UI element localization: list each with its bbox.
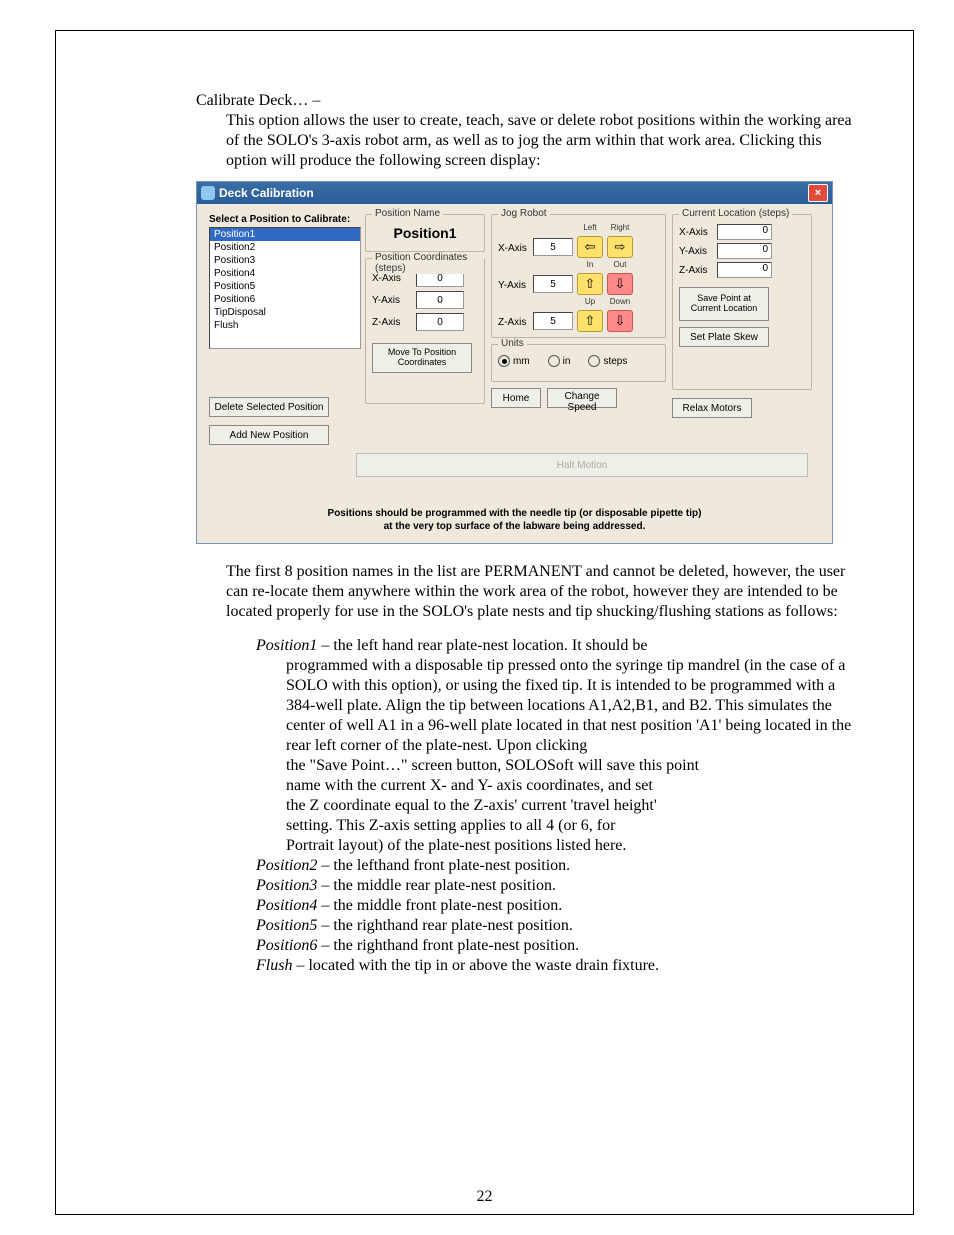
jog-z-label: Z-Axis <box>498 317 533 332</box>
list-item[interactable]: Position5 <box>210 280 360 293</box>
coord-z-input[interactable] <box>416 313 464 331</box>
position1-detail: the "Save Point…" screen button, SOLOSof… <box>286 756 853 776</box>
list-item[interactable]: Position3 <box>210 254 360 267</box>
list-item[interactable]: Position6 <box>210 293 360 306</box>
units-steps-radio[interactable]: steps <box>588 355 627 367</box>
in-label: In <box>587 260 594 269</box>
position1-detail: the Z coordinate equal to the Z-axis' cu… <box>286 796 853 816</box>
select-position-label: Select a Position to Calibrate: <box>209 214 359 225</box>
group-label: Current Location (steps) <box>679 208 792 219</box>
add-position-button[interactable]: Add New Position <box>209 425 329 445</box>
set-plate-skew-button[interactable]: Set Plate Skew <box>679 327 769 347</box>
jog-out-icon[interactable]: ⇩ <box>607 273 633 295</box>
units-mm-radio[interactable]: mm <box>498 355 530 367</box>
jog-x-input[interactable] <box>533 238 573 256</box>
home-button[interactable]: Home <box>491 388 541 408</box>
jog-down-icon[interactable]: ⇩ <box>607 310 633 332</box>
window-title: Deck Calibration <box>219 186 808 200</box>
flush-item: Flush – located with the tip in or above… <box>256 956 853 976</box>
jog-z-input[interactable] <box>533 312 573 330</box>
list-item[interactable]: Position1 <box>210 228 360 241</box>
intro-paragraph: This option allows the user to create, t… <box>226 111 853 171</box>
right-label: Right <box>611 223 630 232</box>
units-group: Units mm in steps <box>491 344 666 382</box>
position-listbox[interactable]: Position1 Position2 Position3 Position4 … <box>209 227 361 349</box>
x-axis-label: X-Axis <box>372 273 412 284</box>
position1-item: Position1 – the left hand rear plate-nes… <box>256 636 853 656</box>
up-label: Up <box>585 297 595 306</box>
left-label: Left <box>583 223 596 232</box>
app-icon <box>201 186 215 200</box>
group-label: Jog Robot <box>498 208 550 219</box>
disclaimer-text: Positions should be programmed with the … <box>209 507 820 533</box>
change-speed-button[interactable]: Change Speed <box>547 388 617 408</box>
list-item[interactable]: TipDisposal <box>210 306 360 319</box>
out-label: Out <box>614 260 627 269</box>
list-item[interactable]: Flush <box>210 319 360 332</box>
deck-calibration-window: Deck Calibration × Select a Position to … <box>196 181 833 544</box>
group-label: Units <box>498 338 527 349</box>
position1-detail: programmed with a disposable tip pressed… <box>286 656 853 756</box>
coord-y-input[interactable] <box>416 291 464 309</box>
jog-y-label: Y-Axis <box>498 280 533 295</box>
close-icon[interactable]: × <box>808 184 828 202</box>
window-titlebar: Deck Calibration × <box>197 182 832 204</box>
page-number: 22 <box>56 1188 913 1206</box>
position4-item: Position4 – the middle front plate-nest … <box>256 896 853 916</box>
z-axis-label: Z-Axis <box>372 317 412 328</box>
section-heading: Calibrate Deck… – <box>196 91 853 111</box>
down-label: Down <box>610 297 630 306</box>
position-coordinates-group: Position Coordinates (steps) X-Axis Y-Ax… <box>365 258 485 404</box>
y-axis-label: Y-Axis <box>372 295 412 306</box>
cur-y-value: 0 <box>717 243 772 259</box>
position-name-group: Position Name Position1 <box>365 214 485 252</box>
jog-left-icon[interactable]: ⇦ <box>577 236 603 258</box>
cur-z-value: 0 <box>717 262 772 278</box>
position1-detail: name with the current X- and Y- axis coo… <box>286 776 853 796</box>
move-to-button[interactable]: Move To Position Coordinates <box>372 343 472 373</box>
save-point-button[interactable]: Save Point at Current Location <box>679 287 769 321</box>
current-location-group: Current Location (steps) X-Axis0 Y-Axis0… <box>672 214 812 390</box>
position2-item: Position2 – the lefthand front plate-nes… <box>256 856 853 876</box>
delete-position-button[interactable]: Delete Selected Position <box>209 397 329 417</box>
jog-up-icon[interactable]: ⇧ <box>577 310 603 332</box>
position-name-value: Position1 <box>372 221 478 243</box>
cur-z-label: Z-Axis <box>679 265 717 276</box>
halt-motion-button[interactable]: Halt Motion <box>356 453 808 477</box>
jog-in-icon[interactable]: ⇧ <box>577 273 603 295</box>
jog-robot-group: Jog Robot X-Axis Left⇦ Right⇨ Y-Axis In⇧ <box>491 214 666 338</box>
cur-x-value: 0 <box>717 224 772 240</box>
list-item[interactable]: Position4 <box>210 267 360 280</box>
position5-item: Position5 – the righthand rear plate-nes… <box>256 916 853 936</box>
group-label: Position Name <box>372 208 443 219</box>
jog-x-label: X-Axis <box>498 243 533 258</box>
group-label: Position Coordinates (steps) <box>372 252 484 274</box>
jog-right-icon[interactable]: ⇨ <box>607 236 633 258</box>
position1-detail: Portrait layout) of the plate-nest posit… <box>286 836 853 856</box>
position-select-panel: Select a Position to Calibrate: Position… <box>209 214 359 445</box>
jog-y-input[interactable] <box>533 275 573 293</box>
position3-item: Position3 – the middle rear plate-nest p… <box>256 876 853 896</box>
units-in-radio[interactable]: in <box>548 355 571 367</box>
cur-x-label: X-Axis <box>679 227 717 238</box>
after-screenshot-paragraph: The first 8 position names in the list a… <box>226 562 853 622</box>
position1-detail: setting. This Z-axis setting applies to … <box>286 816 853 836</box>
cur-y-label: Y-Axis <box>679 246 717 257</box>
list-item[interactable]: Position2 <box>210 241 360 254</box>
position6-item: Position6 – the righthand front plate-ne… <box>256 936 853 956</box>
relax-motors-button[interactable]: Relax Motors <box>672 398 752 418</box>
